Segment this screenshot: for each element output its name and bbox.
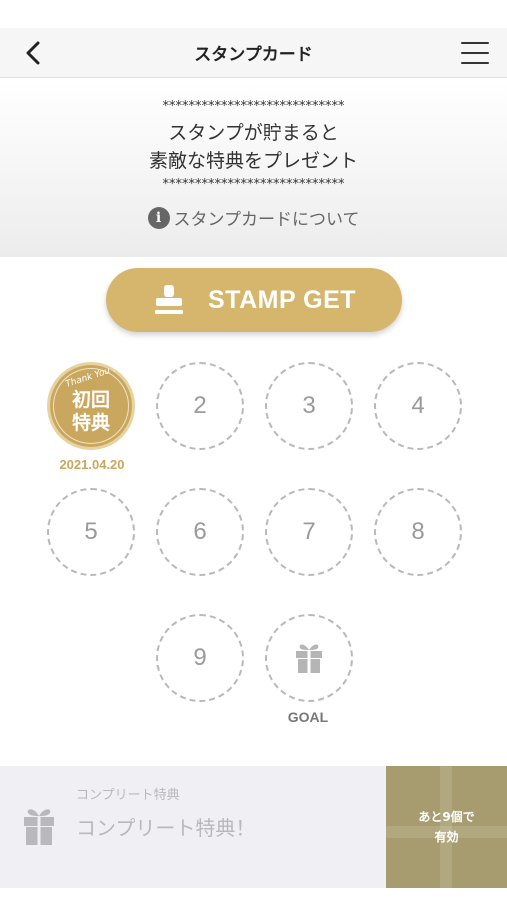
banner-message-line1: スタンプが貯まると <box>168 122 339 144</box>
back-button[interactable] <box>18 38 48 68</box>
complete-reward-panel[interactable]: コンプリート特典 コンプリート特典！ あと9個で 有効 <box>0 766 507 888</box>
hamburger-line <box>461 52 489 54</box>
stamp-icon <box>154 285 183 314</box>
stamp-first-visit-text: 初回 特典 <box>50 389 132 435</box>
stamp-text-line1: 初回 <box>71 389 110 411</box>
stamp-slot-7: 7 <box>265 488 353 576</box>
bottom-spacer <box>0 888 507 900</box>
complete-reward-title: コンプリート特典！ <box>76 816 256 840</box>
page-title: スタンプカード <box>194 45 313 65</box>
info-banner: **************************** スタンプが貯まると 素… <box>0 79 507 257</box>
banner-message-line2: 素敵な特典をプレゼント <box>148 150 358 172</box>
stamp-text-line2: 特典 <box>71 412 110 434</box>
remaining-stamps-badge: あと9個で 有効 <box>386 766 507 888</box>
stamp-date: 2021.04.20 <box>59 457 125 472</box>
stamp-slot-5: 5 <box>47 488 135 576</box>
about-stamp-card-link[interactable]: i スタンプカードについて <box>147 205 360 230</box>
gift-icon <box>24 809 54 845</box>
hamburger-line <box>461 62 489 64</box>
banner-stars-bottom: **************************** <box>162 177 345 192</box>
gift-icon <box>296 644 322 673</box>
stamp-get-button[interactable]: STAMP GET <box>106 268 402 332</box>
banner-stars-top: **************************** <box>162 99 345 114</box>
app-header: スタンプカード <box>0 28 507 78</box>
complete-reward-sublabel: コンプリート特典 <box>76 788 180 803</box>
remaining-count-text: あと9個で <box>418 810 475 824</box>
remaining-valid-text: 有効 <box>434 830 459 844</box>
info-icon: i <box>147 206 170 229</box>
stamp-slot-2: 2 <box>156 362 244 450</box>
chevron-left-icon <box>26 41 40 65</box>
stamp-slot-8: 8 <box>374 488 462 576</box>
about-stamp-card-label: スタンプカードについて <box>173 210 360 230</box>
stamp-slot-3: 3 <box>265 362 353 450</box>
stamp-slot-6: 6 <box>156 488 244 576</box>
hamburger-menu-icon <box>461 42 489 44</box>
stamp-get-label: STAMP GET <box>207 285 357 314</box>
goal-label: GOAL <box>287 709 329 725</box>
stamp-slot-9: 9 <box>156 614 244 702</box>
stamp-slot-goal <box>265 614 353 702</box>
banner-message: スタンプが貯まると 素敵な特典をプレゼント <box>0 119 507 175</box>
stamp-slot-4: 4 <box>374 362 462 450</box>
top-spacer <box>0 0 507 28</box>
stamp-slot-1-stamped: Thank You ! 初回 特典 <box>47 362 135 450</box>
menu-button[interactable] <box>459 39 491 67</box>
